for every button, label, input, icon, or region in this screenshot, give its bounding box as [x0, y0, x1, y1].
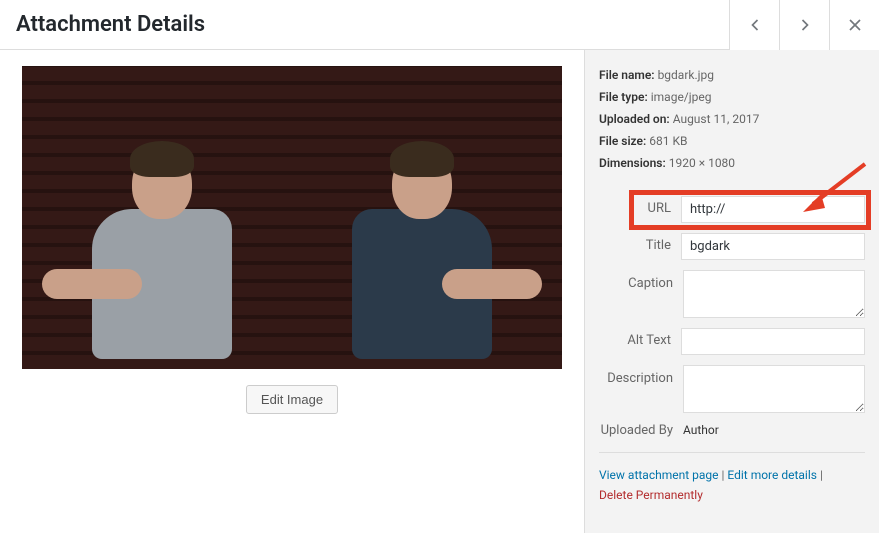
caption-label: Caption: [599, 270, 683, 291]
close-icon: [845, 15, 865, 35]
view-attachment-link[interactable]: View attachment page: [599, 468, 719, 482]
meta-dimensions-label: Dimensions:: [599, 156, 666, 170]
meta-uploaded-label: Uploaded on:: [599, 112, 670, 126]
illustration-person-left: [42, 139, 262, 369]
meta-filesize: File size: 681 KB: [599, 132, 865, 150]
title-input[interactable]: [681, 233, 865, 260]
caption-input[interactable]: [683, 270, 865, 318]
action-links: View attachment page | Edit more details…: [599, 465, 865, 506]
uploaded-by-label: Uploaded By: [599, 423, 683, 438]
meta-uploaded-value: August 11, 2017: [673, 112, 760, 126]
close-button[interactable]: [829, 0, 879, 50]
meta-filetype-value: image/jpeg: [651, 90, 712, 104]
form-section: URL Title Caption Alt Text Description U…: [599, 196, 865, 438]
illustration-person-right: [322, 139, 542, 369]
uploaded-by-row: Uploaded By Author: [599, 423, 865, 438]
description-input[interactable]: [683, 365, 865, 413]
uploaded-by-value: Author: [683, 423, 719, 438]
alt-text-input[interactable]: [681, 328, 865, 355]
delete-permanently-link[interactable]: Delete Permanently: [599, 488, 703, 502]
header-nav: [729, 0, 879, 49]
edit-more-link[interactable]: Edit more details: [727, 468, 817, 482]
title-row: Title: [599, 233, 865, 260]
meta-filetype-label: File type:: [599, 90, 648, 104]
meta-filetype: File type: image/jpeg: [599, 88, 865, 106]
meta-uploaded: Uploaded on: August 11, 2017: [599, 110, 865, 128]
description-label: Description: [599, 365, 683, 386]
meta-filesize-value: 681 KB: [649, 134, 687, 148]
alt-label: Alt Text: [599, 328, 681, 348]
details-sidebar: File name: bgdark.jpg File type: image/j…: [584, 50, 879, 533]
divider: [599, 452, 865, 453]
page-title: Attachment Details: [0, 12, 221, 37]
modal-body: Edit Image File name: bgdark.jpg File ty…: [0, 50, 879, 533]
url-label: URL: [599, 196, 681, 216]
preview-pane: Edit Image: [0, 50, 584, 533]
title-label: Title: [599, 233, 681, 253]
meta-dimensions-value: 1920 × 1080: [669, 156, 735, 170]
caption-row: Caption: [599, 270, 865, 318]
attachment-image: [22, 66, 562, 369]
meta-filename-label: File name:: [599, 68, 655, 82]
modal-header: Attachment Details: [0, 0, 879, 50]
url-row: URL: [599, 196, 865, 223]
alt-row: Alt Text: [599, 328, 865, 355]
separator: |: [817, 468, 823, 482]
chevron-left-icon: [745, 15, 765, 35]
edit-image-button[interactable]: Edit Image: [246, 385, 338, 414]
meta-dimensions: Dimensions: 1920 × 1080: [599, 154, 865, 172]
meta-filename: File name: bgdark.jpg: [599, 66, 865, 84]
url-input[interactable]: [681, 196, 865, 223]
prev-button[interactable]: [729, 0, 779, 50]
chevron-right-icon: [795, 15, 815, 35]
next-button[interactable]: [779, 0, 829, 50]
meta-filename-value: bgdark.jpg: [658, 68, 714, 82]
description-row: Description: [599, 365, 865, 413]
meta-filesize-label: File size:: [599, 134, 646, 148]
